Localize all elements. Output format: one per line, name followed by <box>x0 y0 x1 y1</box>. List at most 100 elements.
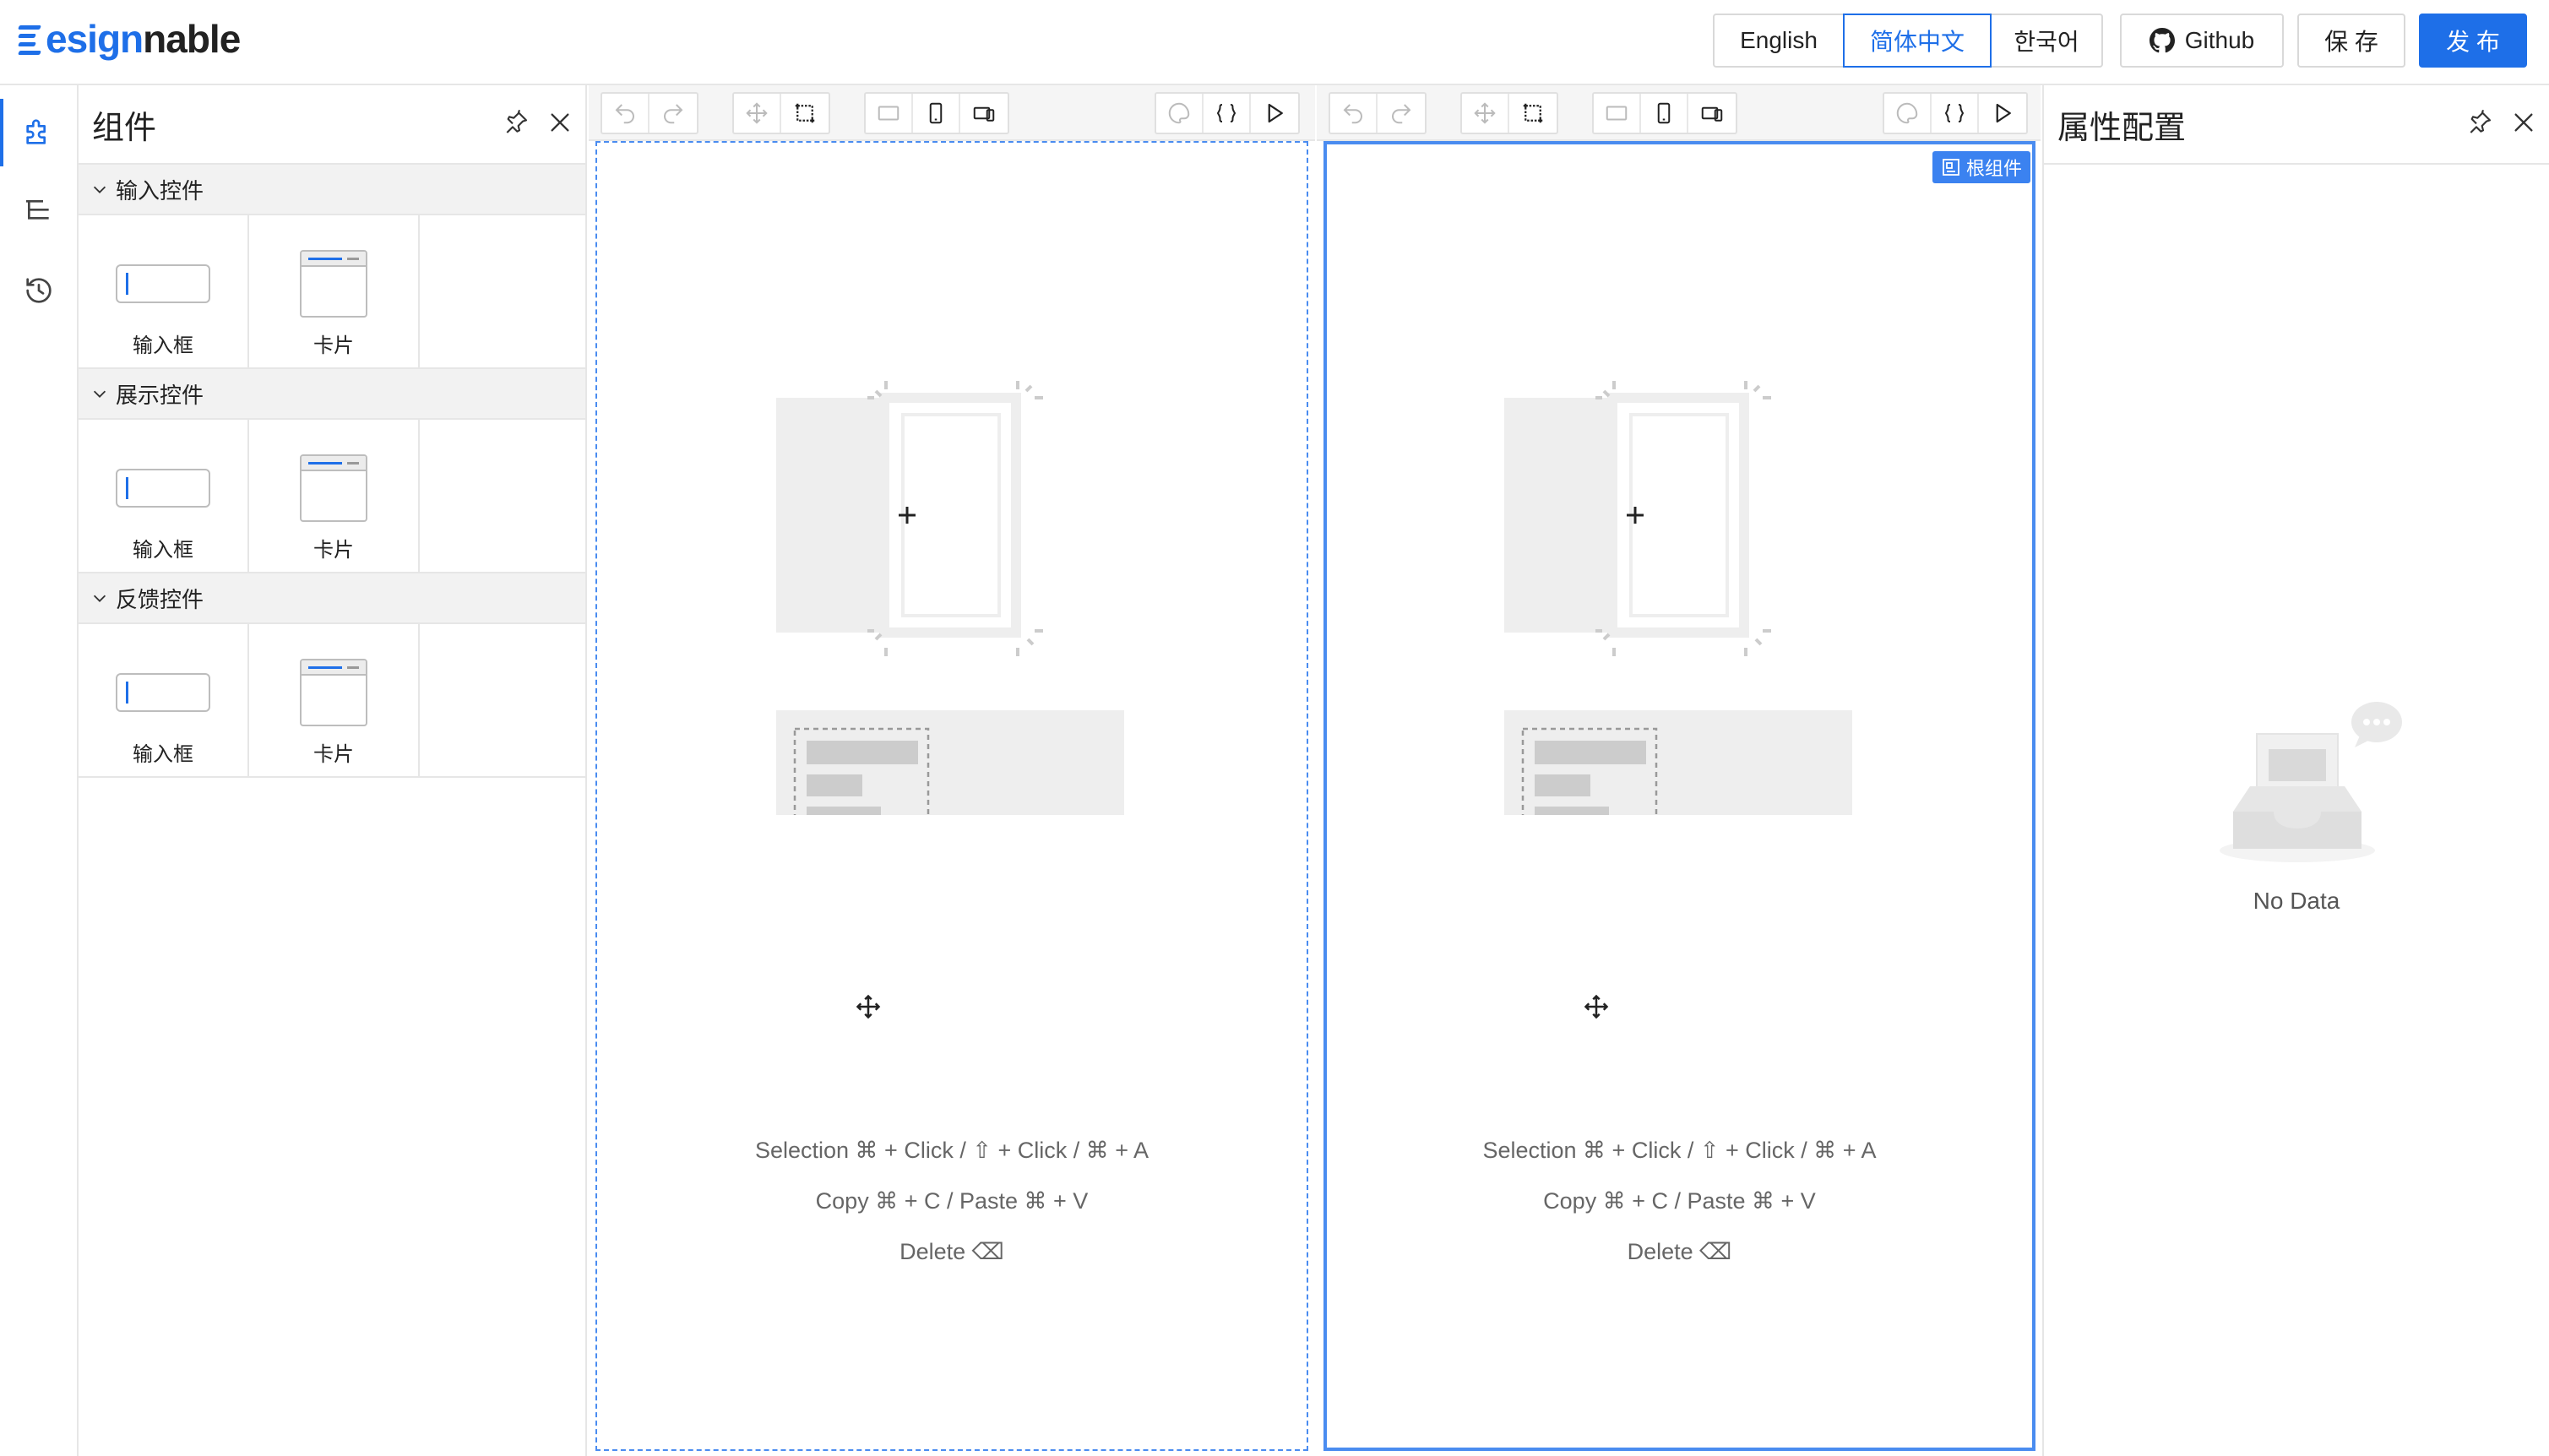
card-icon <box>300 250 367 318</box>
chevron-down-icon <box>90 180 109 198</box>
publish-button[interactable]: 发 布 <box>2419 14 2527 68</box>
components-panel-title: 组件 <box>92 110 157 146</box>
close-icon[interactable] <box>546 109 573 140</box>
github-icon <box>2149 28 2175 53</box>
root-component-badge[interactable]: 根组件 <box>1932 151 2030 183</box>
desktop-icon <box>1606 106 1628 121</box>
selection-icon <box>795 103 815 123</box>
hint-copy-paste: Copy ⌘ + C / Paste ⌘ + V <box>815 1188 1089 1214</box>
undo-button[interactable] <box>602 94 649 133</box>
undo-icon <box>615 104 634 124</box>
logo-text: esignnable <box>46 17 241 61</box>
component-tile-input[interactable]: 输入框 <box>79 215 249 367</box>
desktop-view-button[interactable] <box>866 94 913 133</box>
component-tile-card[interactable]: 卡片 <box>249 215 420 367</box>
github-label: Github <box>2184 27 2255 53</box>
tile-label: 卡片 <box>313 334 354 357</box>
hint-copy-paste: Copy ⌘ + C / Paste ⌘ + V <box>1543 1188 1816 1214</box>
palette-icon <box>1896 102 1918 124</box>
code-braces-icon <box>1944 104 1965 122</box>
desktop-view-button[interactable] <box>1594 94 1641 133</box>
component-tile-card[interactable]: 卡片 <box>249 420 420 572</box>
group-items: 输入框 卡片 <box>79 420 585 573</box>
save-button[interactable]: 保 存 <box>2297 14 2405 68</box>
responsive-view-button[interactable] <box>960 94 1008 133</box>
selection-tool-button[interactable] <box>1509 94 1557 133</box>
tile-label: 输入框 <box>133 743 193 766</box>
properties-panel-title: 属性配置 <box>2057 110 2187 146</box>
close-icon[interactable] <box>2510 109 2537 140</box>
design-canvas-selected[interactable]: 根组件 Selection ⌘ + Click / ⇧ + Click / ⌘ … <box>1323 141 2035 1451</box>
github-button[interactable]: Github <box>2120 14 2284 68</box>
palette-icon <box>1168 102 1190 124</box>
responsive-icon <box>1701 106 1723 122</box>
rail-history-tab[interactable] <box>0 251 77 330</box>
group-header-input[interactable]: 输入控件 <box>79 165 585 215</box>
logo-mark-icon <box>18 20 44 57</box>
rail-components-tab[interactable] <box>0 92 77 171</box>
move-cursor-icon <box>856 994 881 1019</box>
code-mode-button[interactable] <box>1204 94 1251 133</box>
code-braces-icon <box>1216 104 1236 122</box>
pin-icon[interactable] <box>2466 109 2493 140</box>
group-title: 展示控件 <box>116 382 204 408</box>
selection-icon <box>1523 103 1543 123</box>
undo-button[interactable] <box>1330 94 1378 133</box>
group-header-feedback[interactable]: 反馈控件 <box>79 573 585 624</box>
empty-drop-illustration <box>1504 381 1852 815</box>
lang-chinese-button[interactable]: 简体中文 <box>1843 14 1992 68</box>
left-rail <box>0 85 79 1456</box>
hint-delete: Delete ⌫ <box>1627 1239 1732 1264</box>
redo-icon <box>664 104 683 124</box>
component-tile-input[interactable]: 输入框 <box>79 624 249 776</box>
pin-icon[interactable] <box>503 109 530 140</box>
history-icon <box>25 278 52 303</box>
component-tile-card[interactable]: 卡片 <box>249 624 420 776</box>
redo-button[interactable] <box>1378 94 1425 133</box>
hint-selection: Selection ⌘ + Click / ⇧ + Click / ⌘ + A <box>754 1138 1149 1163</box>
move-tool-button[interactable] <box>1462 94 1509 133</box>
workspace-toolbar <box>589 85 1315 141</box>
empty-inbox-icon <box>2220 702 2402 862</box>
group-title: 输入控件 <box>116 177 204 204</box>
language-switcher: English 简体中文 한국어 <box>1713 14 2103 68</box>
puzzle-icon <box>25 119 46 144</box>
group-items: 输入框 卡片 <box>79 624 585 778</box>
card-icon <box>300 659 367 726</box>
preview-button[interactable] <box>1979 94 2026 133</box>
input-icon <box>116 469 210 508</box>
responsive-view-button[interactable] <box>1688 94 1736 133</box>
component-tile-input[interactable]: 输入框 <box>79 420 249 572</box>
components-panel: 组件 输入控件 输入框 卡片 展示控件 输入框 卡片 反馈控件 输入框 卡片 <box>79 85 587 1456</box>
redo-button[interactable] <box>649 94 697 133</box>
tile-label: 输入框 <box>133 334 193 357</box>
selection-tool-button[interactable] <box>781 94 829 133</box>
move-tool-button[interactable] <box>734 94 781 133</box>
design-mode-button[interactable] <box>1884 94 1932 133</box>
outline-tree-icon <box>25 200 49 220</box>
desktop-icon <box>878 106 899 121</box>
chevron-down-icon <box>90 384 109 403</box>
input-icon <box>116 673 210 712</box>
properties-panel: 属性配置 No Data <box>2042 85 2549 1456</box>
mobile-view-button[interactable] <box>1641 94 1688 133</box>
group-title: 反馈控件 <box>116 586 204 612</box>
rail-outline-tab[interactable] <box>0 171 77 251</box>
app-logo[interactable]: esignnable <box>18 17 241 61</box>
workspace-toolbar <box>1317 85 2041 141</box>
input-icon <box>116 264 210 303</box>
mobile-icon <box>929 102 943 124</box>
design-canvas[interactable]: Selection ⌘ + Click / ⇧ + Click / ⌘ + A … <box>595 141 1308 1451</box>
lang-english-button[interactable]: English <box>1713 14 1845 68</box>
tile-label: 卡片 <box>313 539 354 562</box>
design-mode-button[interactable] <box>1156 94 1204 133</box>
lang-korean-button[interactable]: 한국어 <box>1990 14 2103 68</box>
component-frame-icon <box>1943 159 1959 176</box>
group-header-display[interactable]: 展示控件 <box>79 369 585 420</box>
move-icon <box>746 102 768 124</box>
redo-icon <box>1392 104 1411 124</box>
mobile-view-button[interactable] <box>913 94 960 133</box>
card-icon <box>300 454 367 522</box>
code-mode-button[interactable] <box>1932 94 1979 133</box>
preview-button[interactable] <box>1251 94 1298 133</box>
